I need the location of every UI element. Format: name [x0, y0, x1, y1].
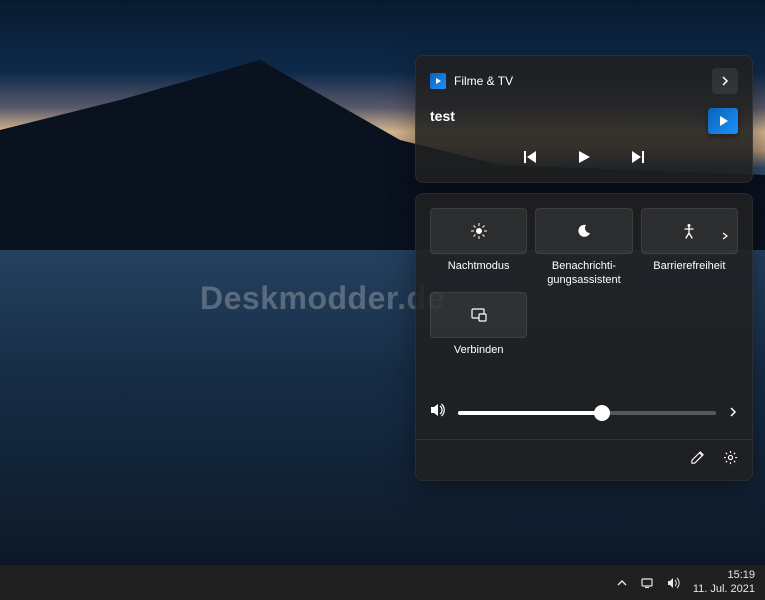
tray-network-icon[interactable] [641, 576, 655, 590]
taskbar-date: 11. Jul. 2021 [693, 583, 755, 596]
media-title: test [430, 108, 455, 124]
tray-volume-icon[interactable] [667, 576, 681, 590]
taskbar-time: 15:19 [693, 569, 755, 582]
volume-expand-button[interactable] [728, 404, 738, 422]
taskbar: 15:19 11. Jul. 2021 [0, 565, 765, 600]
quick-settings-footer [416, 439, 752, 480]
tile-focus-assist: Benachrichti- gungsassistent [535, 208, 632, 288]
volume-row [430, 402, 738, 423]
tile-night-mode: Nachtmodus [430, 208, 527, 288]
watermark-text: Deskmodder.de [200, 280, 445, 317]
media-expand-button[interactable] [712, 68, 738, 94]
cast-icon [471, 307, 487, 323]
media-panel: Filme & TV test [415, 55, 753, 183]
media-header: Filme & TV [430, 68, 738, 94]
volume-slider[interactable] [458, 411, 716, 415]
play-button[interactable] [577, 150, 591, 164]
next-track-button[interactable] [631, 150, 645, 164]
media-body: test [430, 108, 738, 134]
chevron-right-icon [721, 227, 729, 235]
quick-settings-panel: Nachtmodus Benachrichti- gungsassistent … [415, 193, 753, 481]
connect-label: Verbinden [454, 344, 504, 372]
pencil-icon [690, 450, 705, 465]
taskbar-clock[interactable]: 15:19 11. Jul. 2021 [693, 569, 755, 595]
system-tray [615, 576, 681, 590]
tile-accessibility: Barrierefreiheit [641, 208, 738, 288]
tile-connect: Verbinden [430, 292, 527, 372]
tray-overflow-button[interactable] [615, 576, 629, 590]
media-thumbnail [708, 108, 738, 134]
focus-assist-label: Benachrichti- gungsassistent [547, 260, 620, 288]
volume-fill [458, 411, 602, 415]
night-mode-label: Nachtmodus [448, 260, 510, 288]
brightness-icon [471, 223, 487, 239]
night-mode-button[interactable] [430, 208, 527, 254]
accessibility-label: Barrierefreiheit [653, 260, 725, 288]
accessibility-button[interactable] [641, 208, 738, 254]
focus-assist-button[interactable] [535, 208, 632, 254]
gear-icon [723, 450, 738, 465]
edit-button[interactable] [690, 450, 705, 470]
moon-icon [576, 223, 592, 239]
media-controls [430, 150, 738, 168]
connect-button[interactable] [430, 292, 527, 338]
settings-button[interactable] [723, 450, 738, 470]
media-app-name: Filme & TV [454, 74, 704, 88]
speaker-icon[interactable] [430, 402, 446, 423]
previous-track-button[interactable] [523, 150, 537, 164]
media-app-icon [430, 73, 446, 89]
volume-thumb[interactable] [594, 405, 610, 421]
accessibility-icon [681, 223, 697, 239]
